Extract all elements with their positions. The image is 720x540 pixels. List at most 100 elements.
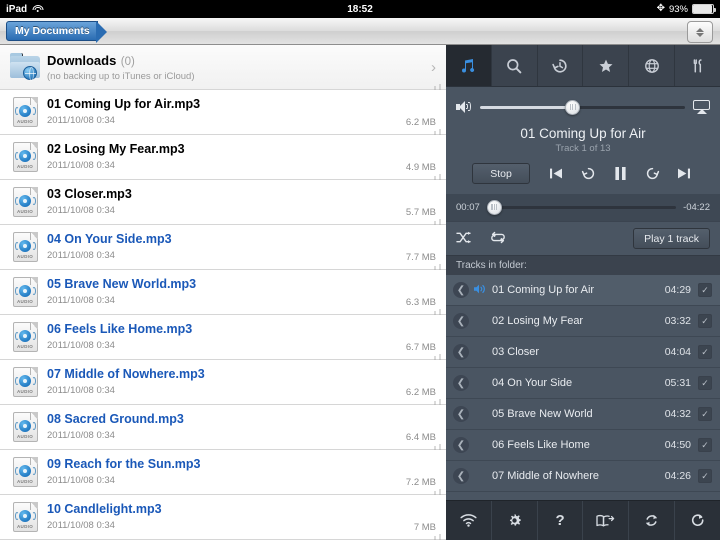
track-checkbox[interactable]: ✓ — [698, 469, 712, 483]
file-name: 08 Sacred Ground.mp3 — [47, 412, 184, 426]
pause-icon[interactable] — [610, 164, 630, 184]
file-date: 2011/10/08 0:34 — [47, 295, 115, 306]
sync-icon[interactable] — [629, 501, 676, 540]
help-question-icon[interactable]: ? — [538, 501, 584, 540]
file-row[interactable]: AUDIO 08 Sacred Ground.mp3 2011/10/08 0:34… — [0, 405, 446, 454]
navigation-toolbar: My Documents — [0, 18, 720, 45]
rewind-15-icon[interactable] — [578, 164, 598, 184]
forward-15-icon[interactable] — [642, 164, 662, 184]
elapsed-time: 00:07 — [456, 201, 480, 213]
tab-browser[interactable] — [629, 45, 676, 86]
file-row[interactable]: AUDIO 02 Losing My Fear.mp3 2011/10/08 0:3… — [0, 135, 446, 184]
track-row[interactable]: ❮ 01 Coming Up for Air 04:29 ✓ — [446, 275, 720, 306]
file-name: 06 Feels Like Home.mp3 — [47, 322, 193, 336]
tab-history[interactable] — [538, 45, 584, 86]
volume-row — [456, 95, 710, 119]
audio-file-icon: AUDIO — [8, 187, 42, 217]
chevron-left-icon[interactable]: ❮ — [453, 344, 469, 360]
file-date: 2011/10/08 0:34 — [47, 160, 115, 171]
folder-row-downloads[interactable]: Downloads (0) (no backing up to iTunes o… — [0, 45, 446, 94]
file-row[interactable]: AUDIO 04 On Your Side.mp3 2011/10/08 0:34 7… — [0, 225, 446, 274]
panel-tab-bar[interactable] — [446, 45, 720, 87]
repeat-icon[interactable] — [490, 231, 506, 247]
track-row[interactable]: ❮ 07 Middle of Nowhere 04:26 ✓ — [446, 461, 720, 492]
gear-icon[interactable] — [492, 501, 538, 540]
track-checkbox[interactable]: ✓ — [698, 314, 712, 328]
refresh-icon[interactable] — [675, 501, 720, 540]
tab-tools[interactable] — [675, 45, 720, 86]
stop-button[interactable]: Stop — [472, 163, 530, 184]
track-row[interactable]: ❮ 06 Feels Like Home 04:50 ✓ — [446, 430, 720, 461]
track-row[interactable]: ❮ 04 On Your Side 05:31 ✓ — [446, 368, 720, 399]
track-duration: 05:31 — [664, 377, 691, 389]
file-row[interactable]: AUDIO 03 Closer.mp3 2011/10/08 0:34 5.7 MB — [0, 180, 446, 229]
chevron-left-icon[interactable]: ❮ — [453, 406, 469, 422]
play-tracks-button[interactable]: Play 1 track — [633, 228, 710, 249]
audio-file-icon: AUDIO — [8, 142, 42, 172]
file-meta: 05 Brave New World.mp3 2011/10/08 0:34 — [42, 277, 406, 307]
wifi-icon[interactable] — [446, 501, 492, 540]
scrubber-knob[interactable] — [486, 199, 502, 215]
file-name: 04 On Your Side.mp3 — [47, 232, 172, 246]
speaker-icon — [456, 100, 472, 114]
track-checkbox[interactable]: ✓ — [698, 283, 712, 297]
track-name: 03 Closer — [492, 346, 540, 358]
file-row[interactable]: AUDIO 09 Reach for the Sun.mp3 2011/10/08 … — [0, 450, 446, 499]
stop-button-label: Stop — [490, 167, 512, 180]
file-row[interactable]: AUDIO 06 Feels Like Home.mp3 2011/10/08 0:… — [0, 315, 446, 364]
file-row[interactable]: AUDIO 07 Middle of Nowhere.mp3 2011/10/08 … — [0, 360, 446, 409]
file-list[interactable]: Downloads (0) (no backing up to iTunes o… — [0, 45, 446, 540]
track-row[interactable]: ❮ 02 Losing My Fear 03:32 ✓ — [446, 306, 720, 337]
track-name: 07 Middle of Nowhere — [492, 470, 600, 482]
airplay-icon[interactable] — [693, 100, 710, 114]
track-row[interactable]: ❮ 05 Brave New World 04:32 ✓ — [446, 399, 720, 430]
file-name: 09 Reach for the Sun.mp3 — [47, 457, 201, 471]
file-meta: 01 Coming Up for Air.mp3 2011/10/08 0:34 — [42, 97, 406, 127]
file-date: 2011/10/08 0:34 — [47, 250, 115, 261]
track-name: 02 Losing My Fear — [492, 315, 584, 327]
file-row[interactable]: AUDIO 10 Candlelight.mp3 2011/10/08 0:34 7 … — [0, 495, 446, 540]
file-name: 05 Brave New World.mp3 — [47, 277, 197, 291]
file-row[interactable]: AUDIO 05 Brave New World.mp3 2011/10/08 0:… — [0, 270, 446, 319]
track-checkbox[interactable]: ✓ — [698, 438, 712, 452]
chevron-left-icon[interactable]: ❮ — [453, 282, 469, 298]
audio-file-icon: AUDIO — [8, 97, 42, 127]
file-meta: 04 On Your Side.mp3 2011/10/08 0:34 — [42, 232, 406, 262]
track-checkbox[interactable]: ✓ — [698, 407, 712, 421]
track-list[interactable]: ❮ 01 Coming Up for Air 04:29 ✓ ❮ 02 Losing My… — [446, 275, 720, 492]
file-meta: 02 Losing My Fear.mp3 2011/10/08 0:34 — [42, 142, 406, 172]
transport-controls: Stop — [456, 163, 710, 184]
chevron-left-icon[interactable]: ❮ — [453, 313, 469, 329]
shuffle-icon[interactable] — [456, 231, 472, 247]
tab-search[interactable] — [492, 45, 538, 86]
track-name: 04 On Your Side — [492, 377, 573, 389]
manual-book-icon[interactable] — [583, 501, 630, 540]
chevron-left-icon[interactable]: ❮ — [453, 468, 469, 484]
track-checkbox[interactable]: ✓ — [698, 345, 712, 359]
chevron-left-icon[interactable]: ❮ — [453, 437, 469, 453]
previous-track-icon[interactable] — [546, 164, 566, 184]
playback-options-row: Play 1 track — [446, 221, 720, 255]
volume-fill — [480, 105, 573, 109]
panel-bottom-bar[interactable]: ? — [446, 500, 720, 540]
volume-knob[interactable] — [565, 99, 581, 115]
player-section: 01 Coming Up for Air Track 1 of 13 Stop — [446, 87, 720, 221]
file-rows-container: AUDIO 01 Coming Up for Air.mp3 2011/10/08 … — [0, 90, 446, 540]
now-playing-title: 01 Coming Up for Air — [520, 126, 646, 141]
file-meta: 06 Feels Like Home.mp3 2011/10/08 0:34 — [42, 322, 406, 352]
breadcrumb-my-documents[interactable]: My Documents — [6, 21, 107, 43]
tab-favorites[interactable] — [583, 45, 630, 86]
file-date: 2011/10/08 0:34 — [47, 115, 115, 126]
battery-percent-label: 93% — [668, 3, 688, 15]
volume-slider[interactable] — [480, 99, 685, 115]
play-tracks-label: Play 1 track — [644, 232, 699, 245]
up-down-stepper-icon[interactable] — [687, 21, 713, 43]
track-checkbox[interactable]: ✓ — [698, 376, 712, 390]
chevron-left-icon[interactable]: ❮ — [453, 375, 469, 391]
file-row[interactable]: AUDIO 01 Coming Up for Air.mp3 2011/10/08 … — [0, 90, 446, 139]
next-track-icon[interactable] — [674, 164, 694, 184]
scrubber-slider[interactable] — [486, 199, 677, 215]
audio-file-icon: AUDIO — [8, 412, 42, 442]
tab-music[interactable] — [446, 45, 492, 86]
track-row[interactable]: ❮ 03 Closer 04:04 ✓ — [446, 337, 720, 368]
